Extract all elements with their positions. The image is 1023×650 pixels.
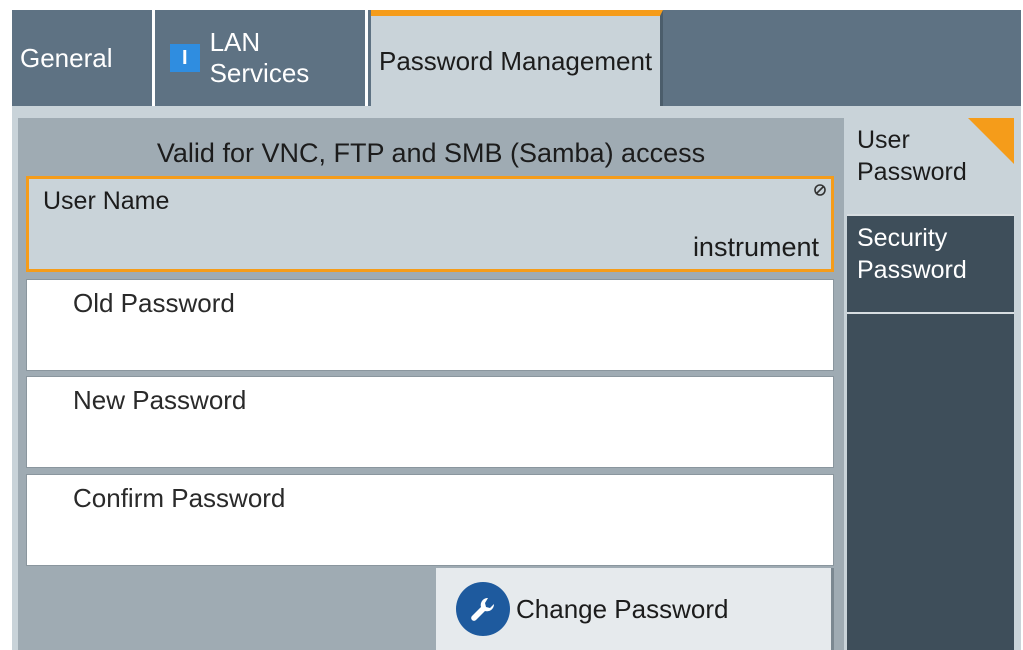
tab-lan-services[interactable]: I LAN Services (158, 10, 368, 106)
tab-lan-services-label: LAN Services (209, 27, 310, 88)
side-tab-user-password[interactable]: User Password (847, 118, 1014, 214)
new-password-field[interactable]: New Password (26, 376, 834, 468)
old-password-field[interactable]: Old Password (26, 279, 834, 371)
form-header: Valid for VNC, FTP and SMB (Samba) acces… (156, 138, 706, 168)
user-name-value: instrument (692, 232, 819, 262)
change-password-label: Change Password (516, 593, 729, 624)
lock-icon (814, 184, 826, 196)
wrench-icon (456, 582, 510, 636)
tab-password-management-label: Password Management (379, 45, 653, 76)
side-tab-security-password-label: Security Password (857, 224, 967, 284)
tab-general[interactable]: General (12, 10, 155, 106)
user-name-field[interactable]: User Name instrument (26, 176, 834, 272)
side-tabs: User Password Security Password (847, 118, 1014, 650)
user-name-label: User Name (43, 187, 170, 215)
confirm-password-field[interactable]: Confirm Password (26, 474, 834, 566)
side-tab-user-password-label: User Password (857, 126, 967, 186)
side-tab-security-password[interactable]: Security Password (847, 214, 1014, 314)
change-password-button[interactable]: Change Password (436, 568, 834, 650)
tab-general-label: General (20, 42, 113, 73)
info-icon: I (170, 44, 200, 72)
confirm-password-label: Confirm Password (73, 483, 286, 513)
old-password-label: Old Password (73, 288, 235, 318)
new-password-label: New Password (73, 385, 247, 415)
tab-bar: General I LAN Services Password Manageme… (12, 10, 1021, 106)
active-corner-marker (968, 118, 1014, 164)
password-form: Valid for VNC, FTP and SMB (Samba) acces… (18, 118, 844, 650)
content-panel: Valid for VNC, FTP and SMB (Samba) acces… (12, 106, 1021, 650)
tab-password-management[interactable]: Password Management (371, 10, 663, 106)
